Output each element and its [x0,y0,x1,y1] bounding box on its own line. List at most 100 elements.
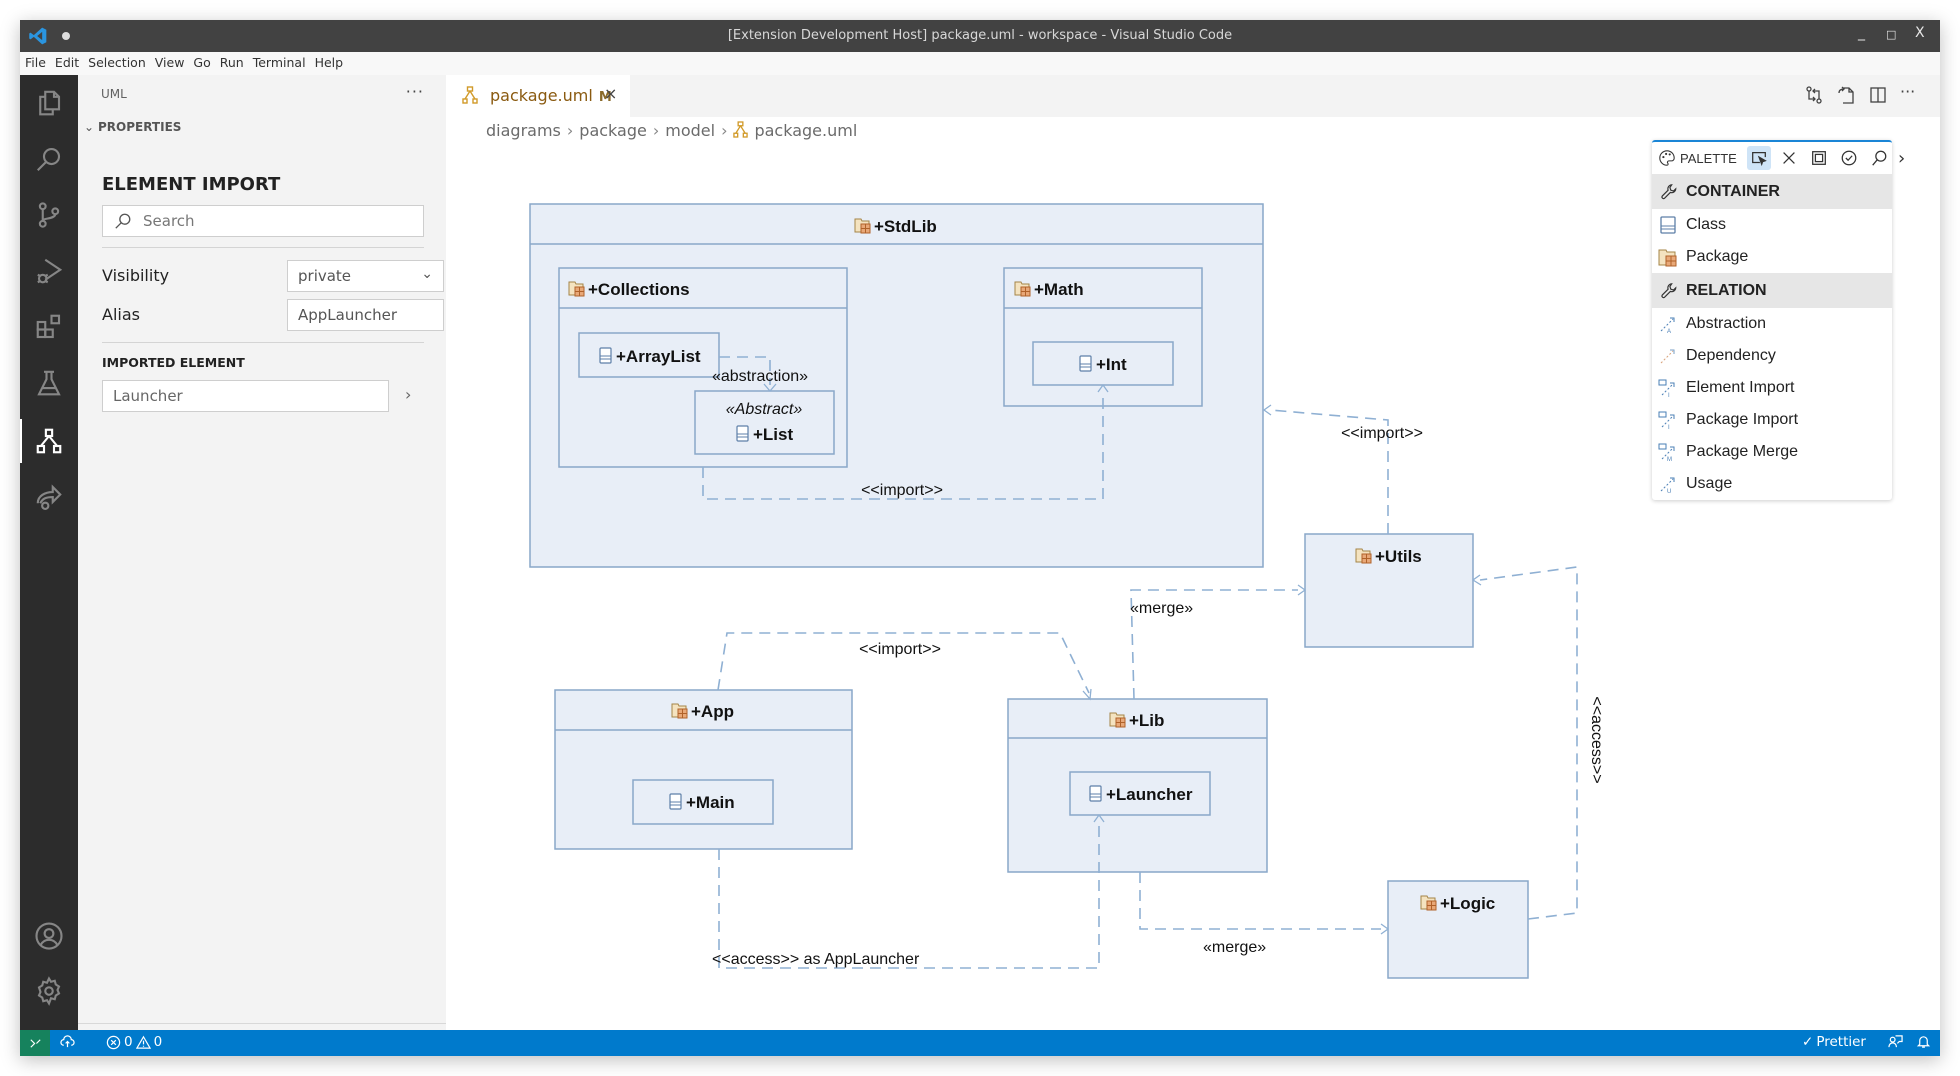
palette-category-container[interactable]: CONTAINER [1652,174,1892,209]
run-debug-icon[interactable] [20,245,78,297]
class-arraylist[interactable]: +ArrayList [578,332,720,378]
account-icon[interactable] [20,910,78,962]
validate-tool-icon[interactable] [1837,146,1861,170]
usage-icon: U [1660,477,1675,494]
editor-actions: ··· [1804,84,1920,105]
breadcrumb-item[interactable]: diagrams [486,121,561,140]
package-name: +StdLib [874,217,937,236]
source-control-icon[interactable] [20,189,78,241]
more-actions-icon[interactable]: ··· [1900,84,1920,105]
menu-help[interactable]: Help [310,52,348,70]
class-icon [1660,216,1676,234]
package-app[interactable]: +App [554,689,853,850]
sync-cloud-icon[interactable] [60,1034,75,1049]
wrench-icon [1661,183,1677,199]
class-main[interactable]: +Main [632,779,774,825]
problems-indicator[interactable]: 0 0 [106,1034,162,1050]
tab-package-uml[interactable]: package.uml M × [446,75,630,117]
relation-label: <<access>> as AppLauncher [712,951,920,968]
minimize-button[interactable]: _ [1858,25,1865,41]
package-icon [1658,249,1677,267]
relation-label: «merge» [1130,600,1193,617]
prettier-status[interactable]: ✓ Prettier [1802,1034,1866,1050]
palette-item-usage[interactable]: U Usage [1652,468,1892,500]
package-icon [671,703,688,719]
class-name: +Int [1096,355,1127,374]
properties-search-input[interactable]: Search [102,205,424,237]
more-actions-button[interactable]: ··· [406,82,424,101]
imported-element-label: IMPORTED ELEMENT [102,355,245,370]
open-file-icon[interactable] [1836,85,1856,105]
imported-element-field[interactable]: Launcher [102,380,389,412]
split-editor-icon[interactable] [1868,85,1888,105]
breadcrumb-item[interactable]: package.uml [754,121,857,140]
search-tool-icon[interactable] [1867,146,1891,170]
palette-item-package-import[interactable]: I Package Import [1652,404,1892,436]
window-title: [Extension Development Host] package.uml… [727,28,1233,43]
search-icon [115,213,131,229]
palette-item-dependency[interactable]: Dependency [1652,340,1892,372]
package-logic[interactable]: +Logic [1387,880,1529,979]
abstraction-icon: A [1660,317,1675,334]
search-icon[interactable] [20,133,78,185]
breadcrumb-item[interactable]: model [665,121,715,140]
alias-input[interactable]: AppLauncher [287,299,444,331]
category-label: CONTAINER [1686,182,1780,200]
package-icon [568,281,585,297]
menu-file[interactable]: File [20,52,50,70]
chevron-down-icon: ⌄ [84,120,95,134]
visibility-select[interactable]: private ⌄ [287,260,444,292]
menu-edit[interactable]: Edit [50,52,83,70]
marquee-tool-icon[interactable] [1807,146,1831,170]
palette-item-label: Usage [1686,475,1733,492]
palette-category-relation[interactable]: RELATION [1652,273,1892,308]
testing-icon[interactable] [20,357,78,409]
notifications-bell-icon[interactable] [1916,1034,1931,1049]
selection-tool-icon[interactable] [1746,146,1771,170]
feedback-icon[interactable] [1888,1034,1903,1049]
breadcrumb-item[interactable]: package [579,121,647,140]
class-stereotype: «Abstract» [726,401,803,418]
package-name: +Lib [1129,711,1164,730]
palette-item-class[interactable]: Class [1652,209,1892,241]
close-tab-icon[interactable]: × [604,84,617,103]
palette-collapse-chevron-icon[interactable]: › [1898,148,1905,169]
relation-label: «abstraction» [712,368,808,385]
menu-run[interactable]: Run [215,52,248,70]
palette-item-package[interactable]: Package [1652,241,1892,273]
relation-label: <<import>> [861,482,943,499]
vscode-window: [Extension Development Host] package.uml… [20,20,1940,1056]
uml-diagram-icon[interactable] [20,415,78,467]
menu-view[interactable]: View [150,52,189,70]
relation-label: <<import>> [859,641,941,658]
package-icon [854,218,871,234]
remote-indicator-icon[interactable] [20,1030,50,1056]
menu-terminal[interactable]: Terminal [248,52,310,70]
package-utils[interactable]: +Utils [1304,533,1474,648]
maximize-button[interactable]: □ [1886,28,1896,41]
class-list[interactable]: «Abstract» +List [694,390,835,455]
navigate-to-element-chevron-icon[interactable]: › [405,385,411,404]
palette-item-package-merge[interactable]: M Package Merge [1652,436,1892,468]
menu-selection[interactable]: Selection [83,52,150,70]
package-name: +Collections [588,280,690,299]
delete-tool-icon[interactable] [1777,146,1801,170]
class-icon [669,793,682,810]
class-launcher[interactable]: +Launcher [1069,771,1211,816]
extensions-icon[interactable] [20,301,78,353]
open-changes-icon[interactable] [1804,85,1824,105]
settings-gear-icon[interactable] [20,965,78,1017]
class-int[interactable]: +Int [1032,341,1174,386]
close-window-button[interactable]: X [1915,25,1925,41]
palette-item-label: Package Import [1686,411,1799,428]
menu-go[interactable]: Go [188,52,214,70]
class-name: +ArrayList [616,347,701,366]
palette-item-label: Package [1686,248,1749,265]
properties-section-header[interactable]: ⌄ PROPERTIES [84,120,181,134]
element-import-icon: I [1658,379,1675,398]
palette-item-element-import[interactable]: I Element Import [1652,372,1892,404]
status-bar: 0 0 ✓ Prettier [20,1030,1940,1056]
palette-item-abstraction[interactable]: A Abstraction [1652,308,1892,340]
remote-share-icon[interactable] [20,471,78,523]
explorer-icon[interactable] [20,77,78,129]
